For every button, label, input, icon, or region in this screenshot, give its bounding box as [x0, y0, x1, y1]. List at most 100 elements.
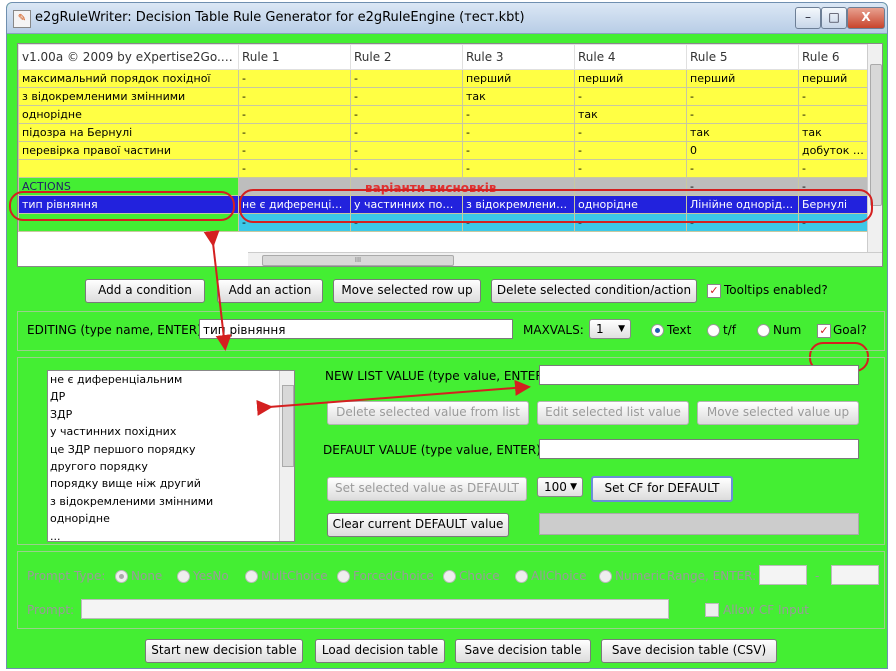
- rule-header[interactable]: Rule 3: [462, 44, 575, 70]
- list-item[interactable]: однорідне: [48, 510, 294, 527]
- scrollbar-thumb[interactable]: [870, 64, 882, 206]
- table-cell[interactable]: так: [798, 123, 869, 142]
- table-vertical-scrollbar[interactable]: [867, 44, 882, 252]
- tooltips-checkbox[interactable]: ✓: [707, 284, 721, 298]
- table-cell[interactable]: -: [574, 141, 687, 160]
- table-cell[interactable]: -: [238, 123, 351, 142]
- table-cell[interactable]: -: [462, 141, 575, 160]
- table-cell[interactable]: -: [574, 123, 687, 142]
- editing-name-input[interactable]: тип рівняння: [199, 319, 513, 339]
- condition-row[interactable]: максимальний порядок похідної - - перший…: [18, 69, 869, 88]
- table-cell[interactable]: -: [238, 69, 351, 88]
- add-action-button[interactable]: Add an action: [217, 279, 323, 303]
- table-cell[interactable]: -: [798, 159, 869, 178]
- maxvals-select[interactable]: 1 ▼: [589, 319, 631, 339]
- range-max-input[interactable]: [831, 565, 879, 585]
- num-radio[interactable]: [757, 324, 770, 337]
- table-cell[interactable]: -: [238, 87, 351, 106]
- save-table-button[interactable]: Save decision table: [455, 639, 591, 663]
- list-item[interactable]: це ЗДР першого порядку: [48, 441, 294, 458]
- table-cell[interactable]: перший: [574, 69, 687, 88]
- table-cell[interactable]: -: [238, 141, 351, 160]
- prompt-yesno-radio[interactable]: [177, 570, 190, 583]
- table-cell[interactable]: -: [798, 105, 869, 124]
- condition-name[interactable]: однорідне: [18, 105, 239, 124]
- scrollbar-thumb[interactable]: III: [262, 255, 454, 266]
- decision-table[interactable]: v1.00a © 2009 by eXpertise2Go.com Rule 1…: [17, 43, 883, 267]
- prompt-allchoice-radio[interactable]: [515, 570, 528, 583]
- delete-condition-button[interactable]: Delete selected condition/action: [491, 279, 697, 303]
- rule-header[interactable]: Rule 1: [238, 44, 351, 70]
- prompt-input[interactable]: [81, 599, 669, 619]
- table-cell[interactable]: -: [462, 123, 575, 142]
- maximize-button[interactable]: □: [821, 7, 847, 29]
- table-cell[interactable]: -: [574, 159, 687, 178]
- default-value-input[interactable]: [539, 439, 859, 459]
- list-item[interactable]: порядку вище ніж другий: [48, 475, 294, 492]
- table-cell[interactable]: так: [574, 105, 687, 124]
- condition-row[interactable]: перевірка правої частини - - - - 0 добут…: [18, 141, 869, 160]
- table-cell[interactable]: -: [350, 87, 463, 106]
- condition-row[interactable]: підозра на Бернулі - - - - так так: [18, 123, 869, 142]
- table-cell[interactable]: -: [350, 141, 463, 160]
- cf-select[interactable]: 100 ▼: [537, 477, 583, 497]
- close-button[interactable]: X: [847, 7, 885, 29]
- table-cell[interactable]: -: [574, 87, 687, 106]
- prompt-multchoice-radio[interactable]: [245, 570, 258, 583]
- rule-header[interactable]: Rule 5: [686, 44, 799, 70]
- prompt-forcedchoice-radio[interactable]: [337, 570, 350, 583]
- scrollbar-thumb[interactable]: [282, 385, 294, 467]
- table-cell[interactable]: перший: [798, 69, 869, 88]
- table-cell[interactable]: -: [238, 159, 351, 178]
- table-cell[interactable]: -: [462, 159, 575, 178]
- condition-row[interactable]: однорідне - - - так - -: [18, 105, 869, 124]
- table-cell[interactable]: -: [238, 105, 351, 124]
- table-cell[interactable]: так: [462, 87, 575, 106]
- move-row-up-button[interactable]: Move selected row up: [333, 279, 481, 303]
- rule-header[interactable]: Rule 2: [350, 44, 463, 70]
- condition-name[interactable]: перевірка правої частини: [18, 141, 239, 160]
- values-listbox[interactable]: не є диференціальним ДР ЗДР у частинних …: [47, 370, 295, 542]
- prompt-numeric-radio[interactable]: [599, 570, 612, 583]
- set-cf-button[interactable]: Set CF for DEFAULT: [591, 476, 733, 502]
- rule-header[interactable]: Rule 6: [798, 44, 869, 70]
- set-default-button[interactable]: Set selected value as DEFAULT: [327, 477, 527, 501]
- table-cell[interactable]: -: [686, 105, 799, 124]
- table-cell[interactable]: перший: [686, 69, 799, 88]
- table-cell[interactable]: -: [350, 159, 463, 178]
- table-cell[interactable]: -: [350, 105, 463, 124]
- edit-value-button[interactable]: Edit selected list value: [537, 401, 689, 425]
- list-scrollbar[interactable]: [279, 371, 294, 541]
- delete-value-button[interactable]: Delete selected value from list: [327, 401, 529, 425]
- add-condition-button[interactable]: Add a condition: [85, 279, 205, 303]
- list-item[interactable]: не є диференціальним: [48, 371, 294, 388]
- table-cell[interactable]: 0: [686, 141, 799, 160]
- table-cell[interactable]: -: [350, 69, 463, 88]
- list-item[interactable]: ...: [48, 528, 294, 541]
- condition-name[interactable]: [18, 159, 239, 178]
- table-cell[interactable]: перший: [462, 69, 575, 88]
- move-value-up-button[interactable]: Move selected value up: [697, 401, 859, 425]
- clear-default-button[interactable]: Clear current DEFAULT value: [327, 513, 509, 537]
- allow-cf-checkbox[interactable]: [705, 603, 719, 617]
- table-cell[interactable]: добуток цук: [798, 141, 869, 160]
- tf-radio[interactable]: [707, 324, 720, 337]
- list-item[interactable]: ЗДР: [48, 406, 294, 423]
- table-cell[interactable]: -: [350, 123, 463, 142]
- list-item[interactable]: ДР: [48, 388, 294, 405]
- table-cell[interactable]: -: [798, 87, 869, 106]
- goal-checkbox[interactable]: ✓: [817, 324, 831, 338]
- prompt-choice-radio[interactable]: [443, 570, 456, 583]
- condition-row[interactable]: - - - - - -: [18, 159, 869, 178]
- start-new-table-button[interactable]: Start new decision table: [145, 639, 303, 663]
- table-cell[interactable]: -: [686, 159, 799, 178]
- table-cell[interactable]: -: [686, 87, 799, 106]
- condition-name[interactable]: з відокремленими змінними: [18, 87, 239, 106]
- table-horizontal-scrollbar[interactable]: III: [248, 252, 882, 266]
- minimize-button[interactable]: –: [795, 7, 821, 29]
- text-radio[interactable]: [651, 324, 664, 337]
- rule-header[interactable]: Rule 4: [574, 44, 687, 70]
- list-item[interactable]: другого порядку: [48, 458, 294, 475]
- prompt-none-radio[interactable]: [115, 570, 128, 583]
- condition-name[interactable]: максимальний порядок похідної: [18, 69, 239, 88]
